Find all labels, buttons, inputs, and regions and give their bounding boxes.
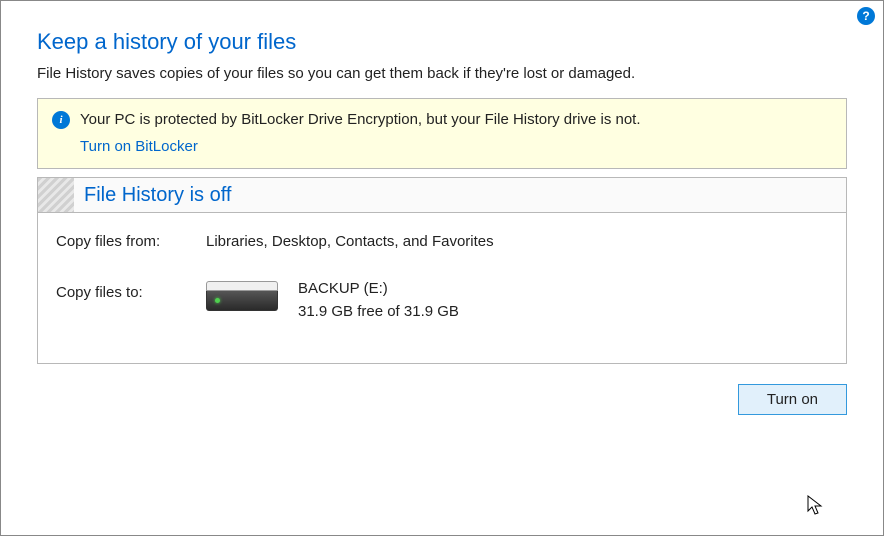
turn-on-button[interactable]: Turn on	[738, 384, 847, 415]
page-subtitle: File History saves copies of your files …	[37, 65, 847, 82]
status-stripe-icon	[38, 178, 74, 212]
info-icon: i	[52, 111, 70, 129]
drive-space: 31.9 GB free of 31.9 GB	[298, 301, 459, 324]
copy-from-row: Copy files from: Libraries, Desktop, Con…	[56, 233, 828, 250]
copy-to-label: Copy files to:	[56, 278, 206, 301]
help-icon[interactable]: ?	[857, 7, 875, 25]
button-row: Turn on	[37, 384, 847, 415]
status-body: Copy files from: Libraries, Desktop, Con…	[38, 213, 846, 363]
status-panel: File History is off Copy files from: Lib…	[37, 177, 847, 364]
turn-on-bitlocker-link[interactable]: Turn on BitLocker	[80, 136, 198, 159]
status-header: File History is off	[38, 178, 846, 213]
copy-from-value: Libraries, Desktop, Contacts, and Favori…	[206, 233, 494, 250]
drive-icon	[206, 281, 278, 319]
status-title: File History is off	[74, 184, 231, 207]
copy-to-row: Copy files to: BACKUP (E:) 31.9 GB free …	[56, 278, 828, 323]
main-content: Keep a history of your files File Histor…	[1, 1, 883, 435]
info-banner: i Your PC is protected by BitLocker Driv…	[37, 98, 847, 169]
cursor-icon	[807, 495, 823, 517]
drive-name: BACKUP (E:)	[298, 278, 459, 301]
page-title: Keep a history of your files	[37, 29, 847, 55]
drive-info: BACKUP (E:) 31.9 GB free of 31.9 GB	[298, 278, 459, 323]
copy-from-label: Copy files from:	[56, 233, 206, 250]
info-text-block: Your PC is protected by BitLocker Drive …	[80, 109, 641, 158]
info-message: Your PC is protected by BitLocker Drive …	[80, 111, 641, 128]
copy-to-content: BACKUP (E:) 31.9 GB free of 31.9 GB	[206, 278, 459, 323]
